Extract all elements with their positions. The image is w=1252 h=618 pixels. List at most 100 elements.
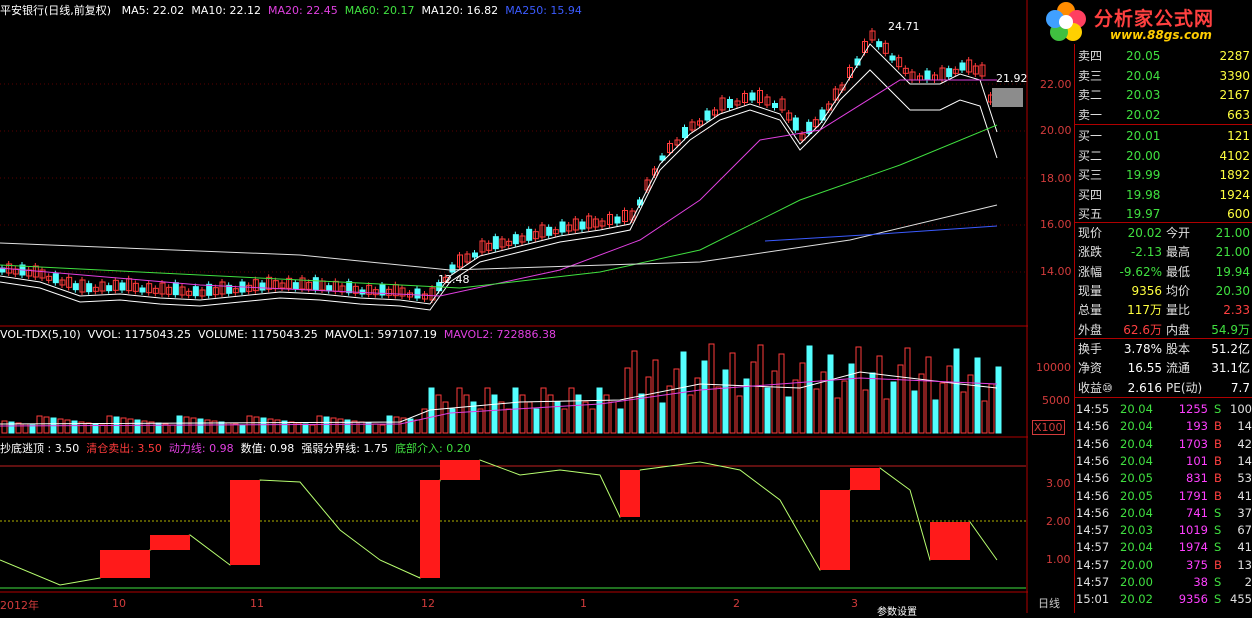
fundamental-value: 3.78% [1123, 342, 1162, 356]
volume-bar [596, 387, 603, 434]
tick-volume: 1791 [1178, 488, 1208, 503]
candle-body [492, 236, 499, 250]
bid-volume: 1892 [1219, 168, 1250, 182]
volume-bar [435, 394, 442, 434]
quote-value: -2.13 [1130, 245, 1162, 260]
ask-label: 卖三 [1078, 68, 1103, 83]
volume-bar [645, 376, 652, 434]
volume-bar [309, 424, 316, 434]
volume-bar [218, 421, 225, 434]
fundamental-label: 换手 [1078, 342, 1103, 356]
ask-row[interactable]: 卖二 20.03 2167 [1076, 86, 1252, 104]
fundamental-label: 流通 [1166, 361, 1191, 376]
candle-body [259, 282, 266, 291]
tick-row[interactable]: 14:56 20.04 1703 B 42 [1076, 436, 1252, 453]
time-label-nov: 11 [250, 597, 264, 610]
volume-bar [568, 387, 575, 434]
ask-row[interactable]: 卖一 20.02 663 [1076, 106, 1252, 124]
period-tab[interactable]: 日线 [1038, 595, 1060, 611]
volume-bar [477, 408, 484, 434]
candle-body [139, 287, 146, 293]
volume-bar [722, 369, 729, 434]
candle-body [772, 103, 778, 108]
volume-bar [491, 394, 498, 434]
volume-bar [540, 387, 547, 434]
bid-volume: 121 [1227, 129, 1250, 143]
volume-bar [904, 347, 911, 434]
quote-row: 总量 117万 量比 2.33 [1076, 301, 1252, 319]
tick-side: B [1214, 453, 1222, 468]
tick-row[interactable]: 14:56 20.04 193 B 14 [1076, 418, 1252, 435]
quote-row: 现量 9356 均价 20.30 [1076, 282, 1252, 300]
logo-title: 分析家公式网 [1094, 8, 1215, 30]
volume-bar [239, 424, 246, 434]
candle-body [72, 283, 79, 291]
site-logo[interactable]: 分析家公式网 www.88gs.com [1040, 0, 1252, 44]
tick-price: 20.04 [1120, 453, 1153, 468]
kline-chart[interactable]: 平安银行(日线,前复权) MA5: 22.02 MA10: 22.12 MA20: … [0, 0, 1028, 618]
volume-bar [232, 423, 239, 434]
quote-value: 19.94 [1215, 264, 1250, 279]
indicator-legend-item: 数值: 0.98 [240, 442, 295, 455]
tick-row[interactable]: 14:57 20.04 1974 S 41 [1076, 539, 1252, 556]
volume-bar [337, 418, 344, 434]
fundamental-value: 51.2亿 [1211, 342, 1250, 356]
quote-row: 涨跌 -2.13 最高 21.00 [1076, 243, 1252, 261]
tick-row[interactable]: 14:57 20.00 375 B 13 [1076, 557, 1252, 574]
bid-label: 买一 [1078, 129, 1103, 143]
volume-bar [512, 387, 519, 434]
indicator-legend: 抄底逃顶 : 3.50 清仓卖出: 3.50 动力线: 0.98 数值: 0.98 强弱… [0, 440, 478, 456]
tick-count: 41 [1237, 540, 1252, 555]
tick-count: 13 [1237, 557, 1252, 572]
volume-bar [393, 416, 400, 434]
bid-label: 买五 [1078, 207, 1103, 221]
ask-volume: 2167 [1219, 88, 1250, 102]
indicator-buy-block [420, 480, 440, 578]
fundamental-value: 16.55 [1127, 361, 1162, 376]
ask-row[interactable]: 卖四 20.05 2287 [1076, 47, 1252, 65]
tick-row[interactable]: 15:01 20.02 9356 S 455 [1076, 591, 1252, 608]
tick-side: S [1214, 523, 1222, 538]
bid-row[interactable]: 买二 20.00 4102 [1076, 147, 1252, 165]
tick-row[interactable]: 14:56 20.04 101 B 14 [1076, 453, 1252, 470]
tick-volume: 193 [1186, 419, 1208, 434]
tick-price: 20.04 [1120, 402, 1153, 416]
bid-row[interactable]: 买五 19.97 600 [1076, 205, 1252, 223]
tick-row[interactable]: 14:57 20.03 1019 S 67 [1076, 522, 1252, 539]
param-hint[interactable]: 参数设置 [877, 603, 917, 618]
tick-volume: 1019 [1178, 523, 1208, 538]
quote-label: 量比 [1166, 303, 1191, 318]
tick-row[interactable]: 14:56 20.05 831 B 53 [1076, 470, 1252, 487]
quote-label: 最高 [1166, 245, 1191, 260]
bid-row[interactable]: 买三 19.99 1892 [1076, 166, 1252, 184]
tick-row[interactable]: 14:56 20.05 1791 B 41 [1076, 488, 1252, 505]
volume-bar [834, 397, 841, 434]
tick-row[interactable]: 14:56 20.04 741 S 37 [1076, 505, 1252, 522]
volume-bar [582, 401, 589, 434]
candle-body [192, 286, 199, 297]
candle-body [946, 68, 953, 78]
tick-price: 20.00 [1120, 575, 1153, 589]
volume-legend-item: MAVOL1: 597107.19 [324, 328, 437, 341]
bid-row[interactable]: 买四 19.98 1924 [1076, 186, 1252, 204]
volume-legend: VOL-TDX(5,10) VVOL: 1175043.25 VOLUME: 117… [0, 328, 563, 341]
chart-canvas[interactable] [0, 0, 1028, 613]
fundamental-label: 股本 [1166, 342, 1191, 356]
volume-bar [736, 395, 743, 434]
tick-side: S [1214, 402, 1222, 416]
tick-row[interactable]: 14:57 20.00 38 S 2 [1076, 574, 1252, 591]
ask-row[interactable]: 卖三 20.04 3390 [1076, 67, 1252, 85]
volume-bar [547, 394, 554, 434]
volume-bar [715, 386, 722, 434]
volume-bar [260, 417, 267, 434]
tick-row[interactable]: 14:55 20.04 1255 S 100 [1076, 401, 1252, 418]
volume-bar [204, 419, 211, 434]
bid-row[interactable]: 买一 20.01 121 [1076, 127, 1252, 145]
price-axis-20: 20.00 [1040, 124, 1072, 137]
ask-label: 卖二 [1078, 88, 1103, 102]
tick-count: 14 [1237, 419, 1252, 434]
volume-legend-item: MAVOL2: 722886.38 [443, 328, 557, 341]
tick-price: 20.04 [1120, 436, 1153, 451]
candle-body [326, 285, 333, 292]
ma-legend-item: MA250: 15.94 [505, 4, 582, 17]
